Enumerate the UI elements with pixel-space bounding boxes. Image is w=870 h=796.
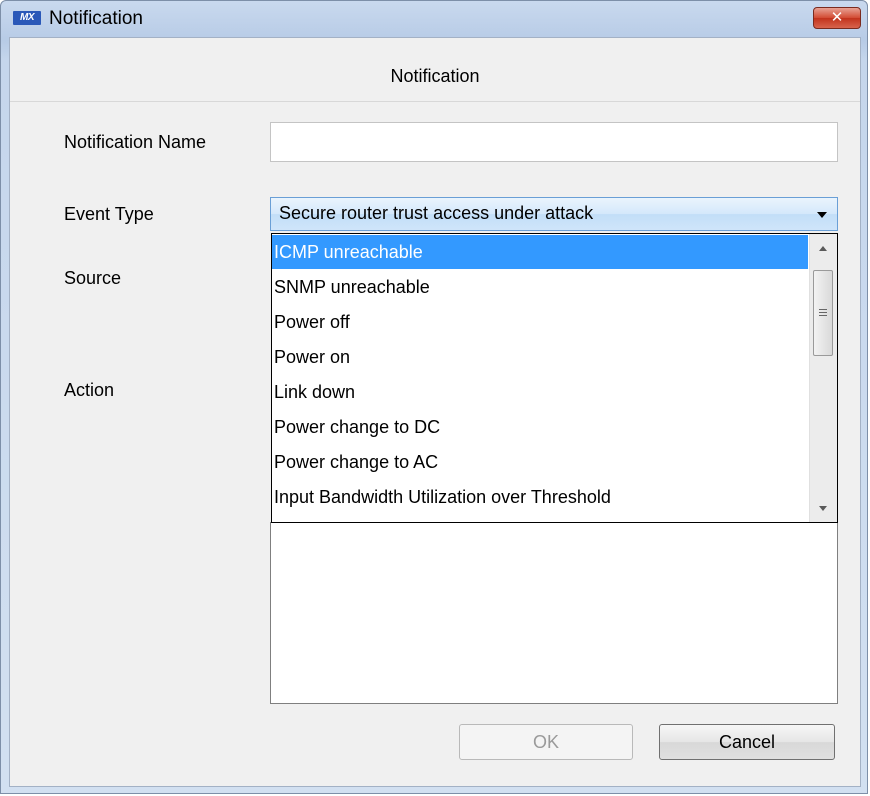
event-type-options-list[interactable]: ICMP unreachable SNMP unreachable Power … — [271, 233, 838, 523]
action-list[interactable] — [270, 522, 838, 704]
source-label: Source — [64, 268, 122, 288]
chevron-down-icon[interactable] — [817, 212, 827, 218]
scroll-up-arrow-icon[interactable] — [819, 246, 827, 251]
action-label: Action — [64, 380, 115, 400]
dropdown-option[interactable]: SNMP unreachable — [272, 270, 808, 304]
app-logo-icon: MX — [13, 11, 41, 25]
notification-name-label: Notification Name — [64, 132, 207, 152]
dropdown-option[interactable]: ICMP unreachable — [272, 235, 808, 269]
event-type-selected-value: Secure router trust access under attack — [279, 203, 594, 223]
grip-line — [819, 312, 827, 313]
scroll-thumb[interactable] — [813, 270, 833, 356]
close-button[interactable]: ✕ — [813, 7, 861, 29]
dropdown-option[interactable]: Power off — [272, 305, 808, 339]
window-title: Notification — [49, 8, 143, 29]
dropdown-option[interactable]: Power change to AC — [272, 445, 808, 479]
dropdown-scrollbar[interactable] — [809, 234, 837, 522]
event-type-label: Event Type — [64, 204, 154, 224]
dropdown-option[interactable]: Link down — [272, 375, 808, 409]
dialog-header: Notification — [10, 38, 860, 102]
dropdown-option[interactable]: Power on — [272, 340, 808, 374]
grip-line — [819, 315, 827, 316]
scroll-down-arrow-icon[interactable] — [819, 506, 827, 511]
cancel-button[interactable]: Cancel — [659, 724, 835, 760]
title-bar[interactable]: MX Notification ✕ — [1, 1, 869, 37]
notification-name-input[interactable] — [270, 122, 838, 162]
dialog-body: Notification Notification Name Event Typ… — [9, 37, 861, 787]
notification-dialog: MX Notification ✕ Notification Notificat… — [0, 0, 868, 794]
event-type-dropdown[interactable]: Secure router trust access under attack — [270, 197, 838, 231]
ok-button[interactable]: OK — [459, 724, 633, 760]
dropdown-option[interactable]: Power change to DC — [272, 410, 808, 444]
dialog-header-title: Notification — [390, 66, 480, 86]
dropdown-option[interactable]: Input Bandwidth Utilization over Thresho… — [272, 480, 808, 514]
grip-line — [819, 309, 827, 310]
